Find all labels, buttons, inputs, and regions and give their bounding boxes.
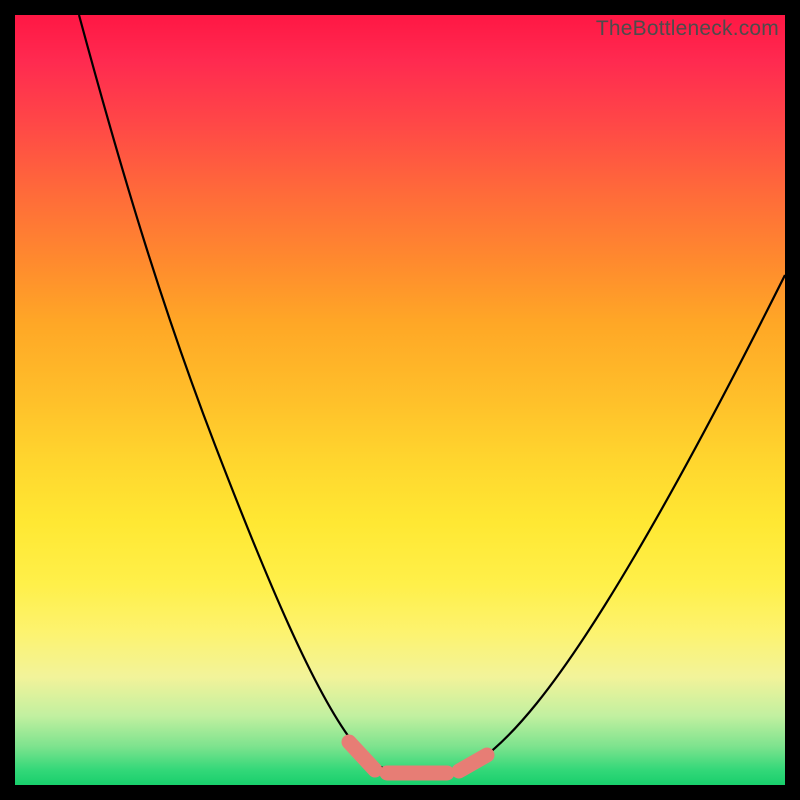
chart-frame: TheBottleneck.com [15,15,785,785]
watermark-text: TheBottleneck.com [596,17,779,41]
chart-background-gradient [15,15,785,785]
